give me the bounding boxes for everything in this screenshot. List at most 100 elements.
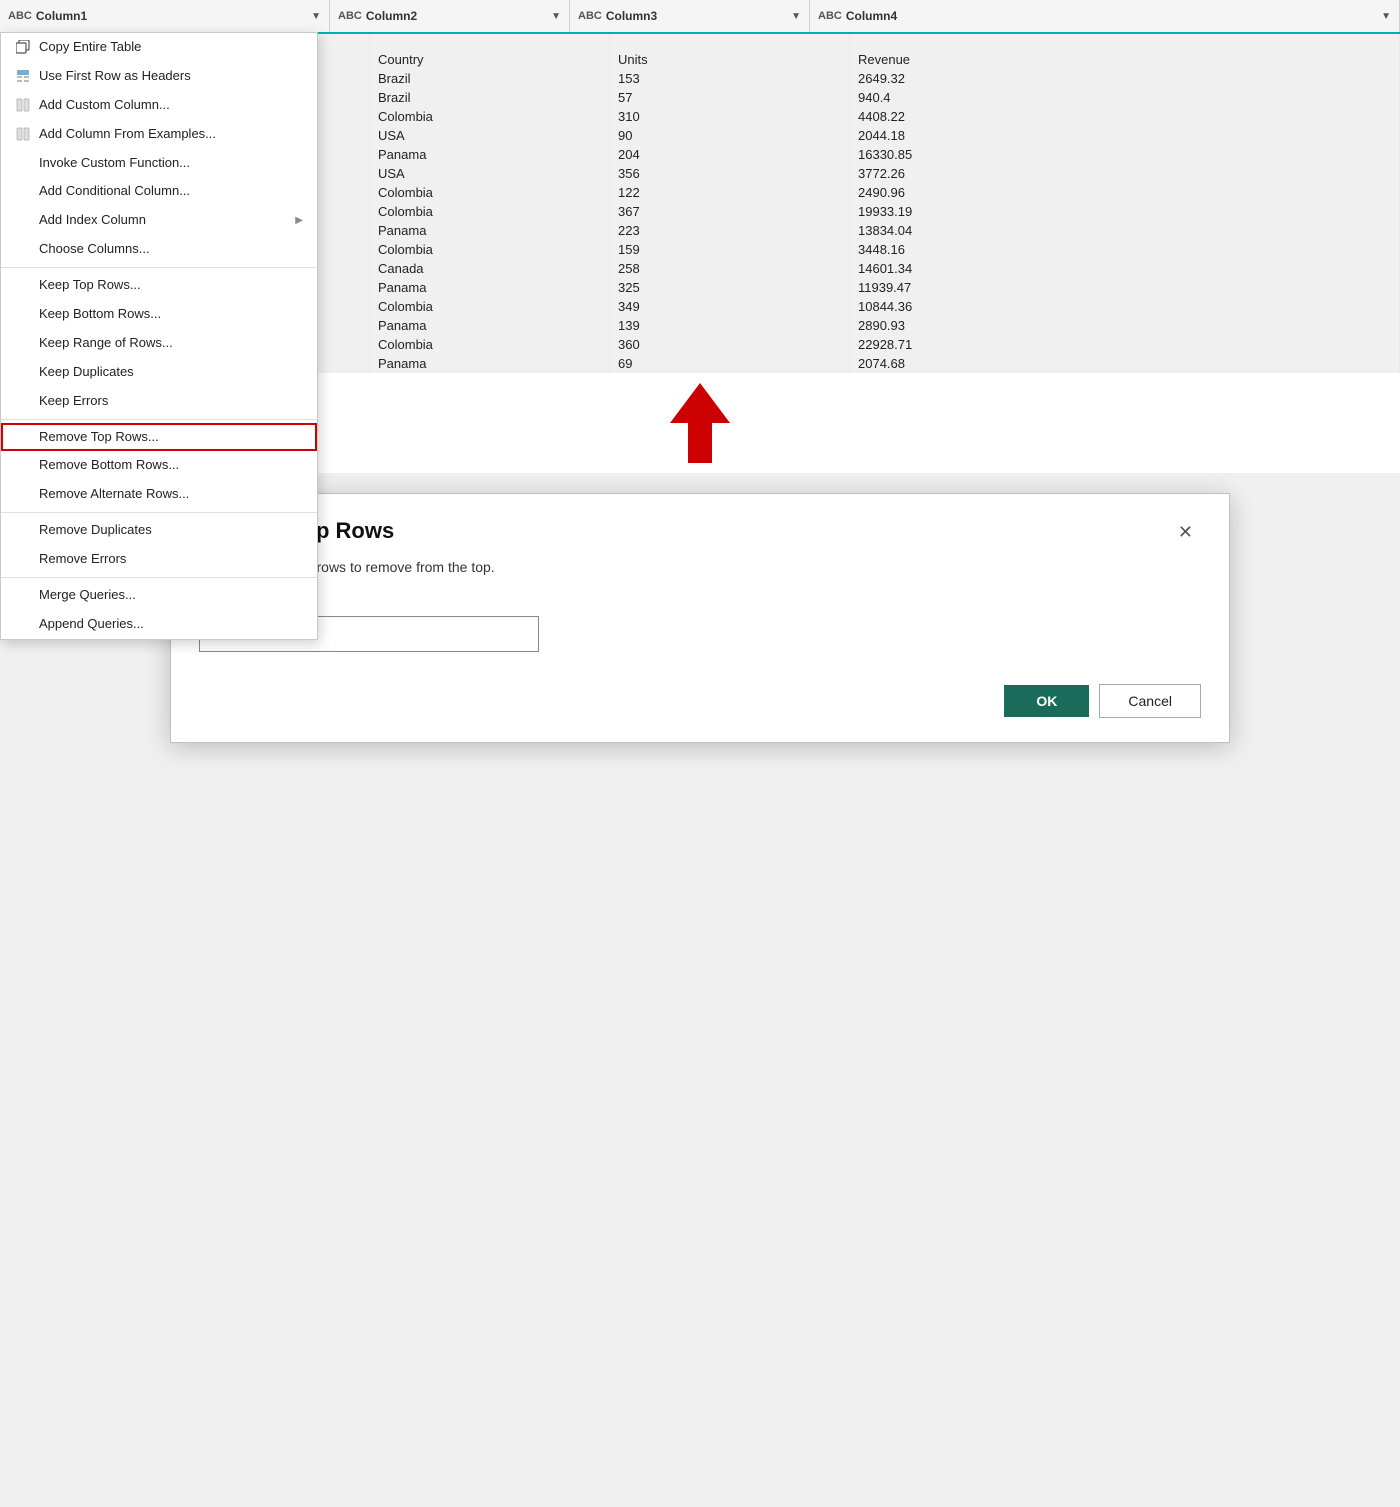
keep-errors-label: Keep Errors <box>39 393 108 410</box>
col1-header[interactable]: ABC Column1 ▼ <box>0 0 330 32</box>
col2-label: Column2 <box>366 9 547 23</box>
cell-col4: 19933.19 <box>850 202 1400 221</box>
col1-label: Column1 <box>36 9 307 23</box>
cell-col3: 57 <box>610 88 850 107</box>
cell-col4: Revenue <box>850 50 1400 69</box>
menu-item-append-queries[interactable]: Append Queries... <box>1 610 317 639</box>
remove-errors-label: Remove Errors <box>39 551 126 568</box>
menu-item-remove-top-rows[interactable]: Remove Top Rows... <box>1 423 317 452</box>
cell-col4: 14601.34 <box>850 259 1400 278</box>
menu-item-remove-bottom-rows[interactable]: Remove Bottom Rows... <box>1 451 317 480</box>
cell-col2: Colombia <box>370 202 610 221</box>
cell-col2: Panama <box>370 316 610 335</box>
cell-col4: 2074.68 <box>850 354 1400 373</box>
col3-dropdown-icon[interactable]: ▼ <box>791 11 801 22</box>
menu-separator-3 <box>1 577 317 578</box>
cell-col3: 349 <box>610 297 850 316</box>
merge-queries-label: Merge Queries... <box>39 587 136 604</box>
cell-col4: 2044.18 <box>850 126 1400 145</box>
cell-col2: Country <box>370 50 610 69</box>
col3-type-icon: ABC <box>578 10 602 22</box>
keep-top-rows-label: Keep Top Rows... <box>39 277 141 294</box>
use-first-row-as-headers-label: Use First Row as Headers <box>39 68 191 85</box>
menu-item-remove-alternate-rows[interactable]: Remove Alternate Rows... <box>1 480 317 509</box>
col2-dropdown-icon[interactable]: ▼ <box>551 11 561 22</box>
cell-col3: 90 <box>610 126 850 145</box>
number-of-rows-label: Number of rows <box>199 595 1201 610</box>
cell-col2: Colombia <box>370 183 610 202</box>
cell-col2: Canada <box>370 259 610 278</box>
menu-item-merge-queries[interactable]: Merge Queries... <box>1 581 317 610</box>
menu-separator-0 <box>1 267 317 268</box>
cancel-button[interactable]: Cancel <box>1099 684 1201 718</box>
cell-col3: Units <box>610 50 850 69</box>
cell-col3: 122 <box>610 183 850 202</box>
keep-range-of-rows-label: Keep Range of Rows... <box>39 335 173 352</box>
cell-col4: 2890.93 <box>850 316 1400 335</box>
add-custom-column-label: Add Custom Column... <box>39 97 170 114</box>
menu-separator-2 <box>1 512 317 513</box>
cell-col2: Panama <box>370 278 610 297</box>
menu-item-invoke-custom-function[interactable]: Invoke Custom Function... <box>1 149 317 178</box>
append-queries-label: Append Queries... <box>39 616 144 633</box>
menu-item-remove-duplicates[interactable]: Remove Duplicates <box>1 516 317 545</box>
col4-header[interactable]: ABC Column4 ▼ <box>810 0 1400 32</box>
cell-col2: USA <box>370 164 610 183</box>
col4-dropdown-icon[interactable]: ▼ <box>1381 11 1391 22</box>
menu-item-keep-bottom-rows[interactable]: Keep Bottom Rows... <box>1 300 317 329</box>
cell-col4: 2490.96 <box>850 183 1400 202</box>
cell-col3: 223 <box>610 221 850 240</box>
cell-col4: 16330.85 <box>850 145 1400 164</box>
col3-label: Column3 <box>606 9 787 23</box>
cell-col2: Panama <box>370 145 610 164</box>
menu-item-keep-top-rows[interactable]: Keep Top Rows... <box>1 271 317 300</box>
cell-col3: 310 <box>610 107 850 126</box>
col4-label: Column4 <box>846 9 1377 23</box>
cell-col3: 360 <box>610 335 850 354</box>
cell-col3: 204 <box>610 145 850 164</box>
col2-header[interactable]: ABC Column2 ▼ <box>330 0 570 32</box>
menu-item-add-custom-column[interactable]: Add Custom Column... <box>1 91 317 120</box>
ok-button[interactable]: OK <box>1004 685 1089 717</box>
dialog-footer: OK Cancel <box>171 668 1229 742</box>
cell-col4: 11939.47 <box>850 278 1400 297</box>
menu-item-keep-range-of-rows[interactable]: Keep Range of Rows... <box>1 329 317 358</box>
add-index-column-submenu-arrow-icon: ▶ <box>295 214 303 227</box>
menu-item-keep-duplicates[interactable]: Keep Duplicates <box>1 358 317 387</box>
choose-columns-label: Choose Columns... <box>39 241 150 258</box>
menu-item-remove-errors[interactable]: Remove Errors <box>1 545 317 574</box>
menu-item-use-first-row-as-headers[interactable]: Use First Row as Headers <box>1 62 317 91</box>
add-column-from-examples-label: Add Column From Examples... <box>39 126 216 143</box>
menu-item-choose-columns[interactable]: Choose Columns... <box>1 235 317 264</box>
cell-col2: USA <box>370 126 610 145</box>
add-column-from-examples-icon <box>11 127 35 141</box>
menu-item-keep-errors[interactable]: Keep Errors <box>1 387 317 416</box>
col1-type-icon: ABC <box>8 10 32 22</box>
add-conditional-column-label: Add Conditional Column... <box>39 183 190 200</box>
remove-bottom-rows-label: Remove Bottom Rows... <box>39 457 179 474</box>
dialog-close-button[interactable]: ✕ <box>1170 518 1201 547</box>
down-arrow-svg <box>670 383 730 463</box>
cell-col2: Brazil <box>370 69 610 88</box>
cell-col3: 356 <box>610 164 850 183</box>
add-index-column-label: Add Index Column <box>39 212 146 229</box>
menu-item-add-index-column[interactable]: Add Index Column ▶ <box>1 206 317 235</box>
context-menu: Copy Entire Table Use First Row as Header… <box>0 32 318 640</box>
cell-col2: Panama <box>370 354 610 373</box>
cell-col3: 159 <box>610 240 850 259</box>
menu-item-add-conditional-column[interactable]: Add Conditional Column... <box>1 177 317 206</box>
col1-dropdown-icon[interactable]: ▼ <box>311 11 321 22</box>
dialog-body: Specify how many rows to remove from the… <box>171 555 1229 668</box>
dialog-description: Specify how many rows to remove from the… <box>199 559 1201 575</box>
keep-bottom-rows-label: Keep Bottom Rows... <box>39 306 161 323</box>
cell-col4: 3772.26 <box>850 164 1400 183</box>
menu-item-copy-entire-table[interactable]: Copy Entire Table <box>1 33 317 62</box>
menu-item-add-column-from-examples[interactable]: Add Column From Examples... <box>1 120 317 149</box>
remove-top-rows-dialog: Remove Top Rows ✕ Specify how many rows … <box>170 493 1230 743</box>
col3-header[interactable]: ABC Column3 ▼ <box>570 0 810 32</box>
cell-col4: 4408.22 <box>850 107 1400 126</box>
cell-col3: 69 <box>610 354 850 373</box>
cell-col4: 2649.32 <box>850 69 1400 88</box>
keep-duplicates-label: Keep Duplicates <box>39 364 134 381</box>
menu-separator-1 <box>1 419 317 420</box>
